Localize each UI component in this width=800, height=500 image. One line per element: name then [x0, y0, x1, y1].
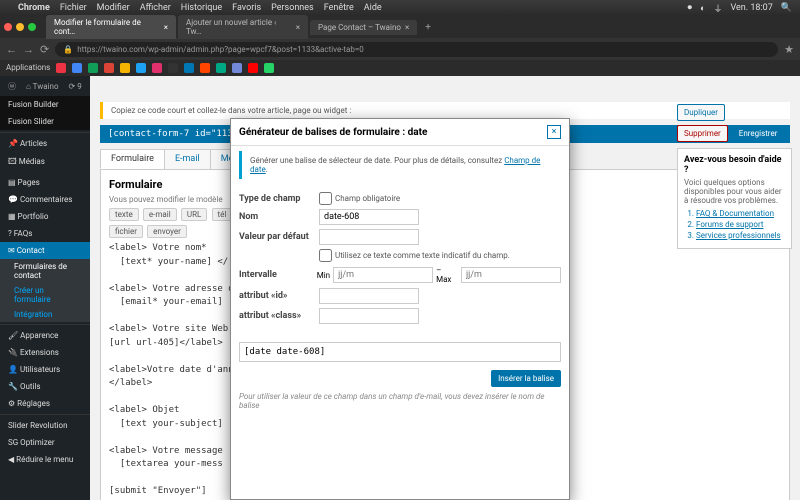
default-value-label: Valeur par défaut	[239, 232, 319, 242]
default-input[interactable]	[319, 229, 419, 245]
updates-badge[interactable]: ⟳ 9	[69, 82, 82, 91]
tag-button[interactable]: fichier	[109, 225, 143, 238]
menu-item[interactable]: Afficher	[140, 3, 171, 13]
menu-item[interactable]: Favoris	[232, 3, 261, 13]
modal-title: Générateur de balises de formulaire : da…	[239, 127, 427, 138]
class-input[interactable]	[319, 308, 419, 324]
field-name-label: Nom	[239, 212, 319, 222]
sidebar-item-faqs[interactable]: ? FAQs	[0, 225, 90, 242]
browser-tabbar: Modifier le formulaire de cont…× Ajouter…	[0, 16, 800, 38]
forward-button[interactable]: →	[23, 43, 34, 56]
reload-button[interactable]: ⟳	[40, 43, 49, 56]
app-name[interactable]: Chrome	[18, 3, 50, 13]
close-window[interactable]	[4, 23, 12, 31]
sidebar-item-medias[interactable]: 🖾 Médias	[0, 152, 90, 174]
sidebar-item-users[interactable]: 👤 Utilisateurs	[0, 361, 90, 378]
sidebar-item-articles[interactable]: 📌 Articles	[0, 135, 90, 152]
class-attr-label: attribut «class»	[239, 311, 319, 321]
wp-sidebar: Fusion Builder Fusion Slider 📌 Articles …	[0, 76, 90, 500]
sidebar-sub-forms[interactable]: Formulaires de contact	[0, 259, 90, 283]
close-modal-button[interactable]: ×	[547, 125, 561, 139]
close-tab-icon[interactable]: ×	[405, 23, 409, 32]
minimize-window[interactable]	[16, 23, 24, 31]
sidebar-item-tools[interactable]: 🔧 Outils	[0, 378, 90, 395]
menu-item[interactable]: Historique	[181, 3, 222, 13]
help-title: Avez-vous besoin d'aide ?	[684, 155, 782, 175]
menu-item[interactable]: Fichier	[60, 3, 87, 13]
max-date-input[interactable]	[461, 267, 561, 283]
duplicate-button[interactable]: Dupliquer	[677, 104, 725, 121]
id-input[interactable]	[319, 288, 419, 304]
sidebar-item-portfolio[interactable]: ▦ Portfolio	[0, 208, 90, 225]
insert-tag-button[interactable]: Insérer la balise	[491, 370, 561, 387]
required-checkbox[interactable]	[319, 192, 332, 205]
help-box: Avez-vous besoin d'aide ? Voici quelques…	[677, 148, 792, 249]
search-icon[interactable]: 🔍	[781, 3, 792, 13]
help-link[interactable]: Forums de support	[696, 220, 785, 229]
modal-intro: Générer une balise de sélecteur de date.…	[239, 151, 561, 179]
name-input[interactable]	[319, 209, 419, 225]
browser-tab[interactable]: Ajouter un nouvel article ‹ Tw…×	[178, 15, 308, 39]
shortcode-output[interactable]	[239, 342, 561, 362]
maximize-window[interactable]	[28, 23, 36, 31]
menu-item[interactable]: Fenêtre	[324, 3, 354, 13]
delete-button[interactable]: Supprimer	[677, 125, 728, 142]
help-link[interactable]: Services professionnels	[696, 231, 785, 240]
close-tab-icon[interactable]: ×	[164, 23, 168, 32]
address-bar[interactable]: 🔒 https://twaino.com/wp-admin/admin.php?…	[55, 42, 778, 57]
sidebar-item-sg-optimizer[interactable]: SG Optimizer	[0, 434, 90, 451]
macos-menubar: Chrome Fichier Modifier Afficher Histori…	[0, 0, 800, 16]
help-link[interactable]: FAQ & Documentation	[696, 209, 785, 218]
sidebar-item-extensions[interactable]: 🔌 Extensions	[0, 344, 90, 361]
save-button[interactable]: Enregistrer	[732, 125, 785, 142]
id-attr-label: attribut «id»	[239, 291, 319, 301]
status-icon[interactable]: ◐	[700, 3, 705, 14]
field-type-label: Type de champ	[239, 194, 319, 204]
lock-icon: 🔒	[63, 45, 73, 54]
tab-email[interactable]: E-mail	[164, 149, 211, 169]
sidebar-item-fusion-slider[interactable]: Fusion Slider	[0, 113, 90, 130]
sidebar-item-slider-rev[interactable]: Slider Revolution	[0, 417, 90, 434]
sidebar-item-settings[interactable]: ⚙ Réglages	[0, 395, 90, 412]
tag-button[interactable]: e-mail	[143, 208, 177, 221]
clock[interactable]: Ven. 18:07	[730, 3, 772, 13]
wp-logo-icon[interactable]: ⓦ	[8, 81, 16, 92]
new-tab-button[interactable]: +	[419, 22, 437, 33]
right-column: Dupliquer Supprimer Enregistrer Avez-vou…	[677, 104, 792, 249]
window-controls	[4, 23, 36, 31]
browser-toolbar: ← → ⟳ 🔒 https://twaino.com/wp-admin/admi…	[0, 38, 800, 60]
tag-button[interactable]: URL	[181, 208, 207, 221]
status-icon[interactable]: ⏺	[688, 3, 693, 13]
min-date-input[interactable]	[333, 267, 433, 283]
interval-label: Intervalle	[239, 270, 317, 280]
sidebar-item-comments[interactable]: 💬 Commentaires	[0, 191, 90, 208]
sidebar-sub-create[interactable]: Créer un formulaire	[0, 283, 90, 307]
browser-tab[interactable]: Modifier le formulaire de cont…×	[46, 15, 176, 39]
back-button[interactable]: ←	[6, 43, 17, 56]
site-link[interactable]: ⌂ Twaino	[26, 82, 59, 91]
sidebar-item-appearance[interactable]: 🖌 Apparence	[0, 327, 90, 344]
menu-item[interactable]: Modifier	[97, 3, 130, 13]
tag-button[interactable]: envoyer	[147, 225, 187, 238]
browser-tab[interactable]: Page Contact – Twaino×	[310, 20, 417, 35]
tab-form[interactable]: Formulaire	[100, 149, 165, 169]
sidebar-sub-integration[interactable]: Intégration	[0, 307, 90, 322]
modal-footer-hint: Pour utiliser la valeur de ce champ dans…	[231, 387, 569, 418]
sidebar-item-fusion-builder[interactable]: Fusion Builder	[0, 96, 90, 113]
menu-item[interactable]: Aide	[364, 3, 382, 13]
placeholder-checkbox[interactable]	[319, 249, 332, 262]
extension-icon[interactable]: ★	[784, 43, 794, 56]
wifi-icon[interactable]: ⏚	[713, 2, 722, 15]
sidebar-item-contact[interactable]: ✉ Contact	[0, 242, 90, 259]
apps-button[interactable]: Applications	[6, 63, 50, 73]
menu-item[interactable]: Personnes	[271, 3, 314, 13]
sidebar-item-pages[interactable]: ▤ Pages	[0, 174, 90, 191]
bookmarks-bar: Applications	[0, 60, 800, 76]
tag-generator-modal: Générateur de balises de formulaire : da…	[230, 118, 570, 500]
tag-button[interactable]: texte	[109, 208, 139, 221]
sidebar-collapse[interactable]: ◀ Réduire le menu	[0, 451, 90, 468]
close-tab-icon[interactable]: ×	[296, 23, 300, 32]
help-text: Voici quelques options disponibles pour …	[684, 178, 785, 205]
